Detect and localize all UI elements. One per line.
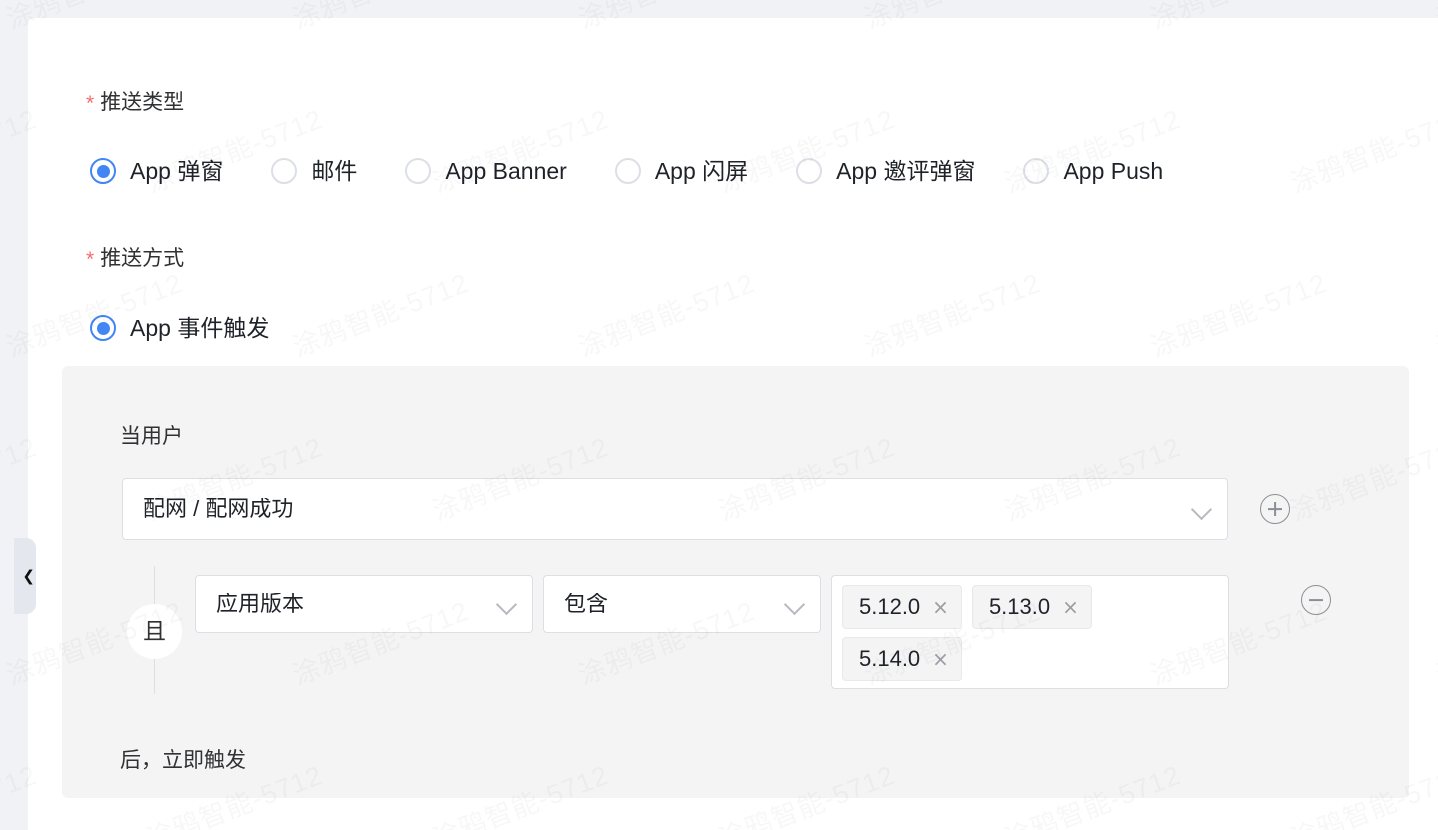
push-method-label: * 推送方式 bbox=[86, 248, 184, 270]
value-tag-input[interactable]: 5.12.0 × 5.13.0 × 5.14.0 × bbox=[831, 575, 1229, 689]
content-card: * 推送类型 App 弹窗 邮件 App Banner App 闪屏 App 邀评弹窗 Ap… bbox=[14, 18, 1438, 830]
close-icon[interactable]: × bbox=[932, 597, 949, 617]
radio-unchecked-icon bbox=[405, 158, 432, 184]
radio-push-type-option[interactable]: 邮件 bbox=[271, 158, 357, 184]
radio-label: App 邀评弹窗 bbox=[836, 157, 976, 184]
radio-push-type-app[interactable]: App 邀评弹窗 bbox=[796, 158, 975, 184]
add-condition-button[interactable] bbox=[1260, 494, 1290, 524]
value-tag: 5.14.0 × bbox=[842, 637, 962, 681]
radio-push-type-app[interactable]: App 弹窗 bbox=[90, 158, 223, 184]
push-type-label-text: 推送类型 bbox=[100, 91, 185, 114]
radio-push-method-app[interactable]: App 事件触发 bbox=[90, 315, 269, 341]
value-tag-label: 5.14.0 bbox=[859, 646, 921, 671]
push-type-radio-group: App 弹窗 邮件 App Banner App 闪屏 App 邀评弹窗 App Push bbox=[90, 158, 1163, 184]
required-asterisk: * bbox=[86, 248, 95, 271]
value-tag: 5.12.0 × bbox=[842, 585, 962, 629]
push-method-radio-group: App 事件触发 bbox=[90, 315, 269, 341]
and-connector[interactable]: 且 bbox=[127, 604, 182, 659]
chevron-down-icon bbox=[496, 593, 518, 615]
event-select[interactable]: 配网 / 配网成功 bbox=[122, 478, 1228, 540]
radio-push-type-app[interactable]: App 闪屏 bbox=[614, 157, 749, 184]
radio-unchecked-icon bbox=[271, 158, 298, 184]
radio-checked-icon bbox=[90, 315, 116, 341]
operator-select[interactable]: 包含 bbox=[543, 575, 821, 633]
chevron-down-icon bbox=[1191, 498, 1213, 520]
radio-unchecked-icon bbox=[1023, 158, 1050, 184]
radio-unchecked-icon bbox=[614, 158, 641, 184]
push-settings-form: * 推送类型 App 弹窗 邮件 App Banner App 闪屏 App 邀评弹窗 Ap… bbox=[28, 18, 1438, 830]
chevron-left-icon: ❮ bbox=[22, 566, 35, 585]
radio-push-type-app-banner[interactable]: App Banner bbox=[405, 157, 567, 184]
remove-condition-button[interactable] bbox=[1301, 585, 1331, 615]
radio-label: App Push bbox=[1063, 157, 1164, 184]
close-icon[interactable]: × bbox=[1062, 597, 1079, 617]
radio-label: App 事件触发 bbox=[130, 314, 270, 341]
radio-unchecked-icon bbox=[796, 158, 823, 184]
condition-prefix-text: 当用户 bbox=[120, 425, 183, 448]
value-tag-label: 5.13.0 bbox=[988, 594, 1051, 619]
push-method-label-text: 推送方式 bbox=[100, 247, 185, 270]
push-type-label: * 推送类型 bbox=[86, 92, 184, 114]
attribute-select-value: 应用版本 bbox=[216, 593, 305, 615]
page-background: * 推送类型 App 弹窗 邮件 App Banner App 闪屏 App 邀评弹窗 Ap… bbox=[0, 0, 1438, 830]
close-icon[interactable]: × bbox=[932, 649, 949, 669]
radio-push-type-app-push[interactable]: App Push bbox=[1023, 158, 1163, 184]
sidebar-collapse-handle[interactable]: ❮ bbox=[14, 538, 36, 614]
required-asterisk: * bbox=[86, 92, 95, 115]
radio-label: App 闪屏 bbox=[654, 157, 749, 184]
radio-label: 邮件 bbox=[311, 157, 358, 184]
chevron-down-icon bbox=[784, 593, 806, 615]
operator-select-value: 包含 bbox=[564, 593, 609, 615]
event-select-value: 配网 / 配网成功 bbox=[143, 498, 294, 520]
radio-label: App 弹窗 bbox=[130, 157, 224, 184]
condition-suffix-text: 后，立即触发 bbox=[120, 749, 246, 772]
attribute-select[interactable]: 应用版本 bbox=[195, 575, 533, 633]
value-tag-label: 5.12.0 bbox=[859, 594, 921, 619]
and-connector-label: 且 bbox=[143, 618, 166, 644]
radio-checked-icon bbox=[90, 158, 116, 184]
radio-label: App Banner bbox=[445, 157, 567, 184]
value-tag: 5.13.0 × bbox=[971, 585, 1092, 629]
